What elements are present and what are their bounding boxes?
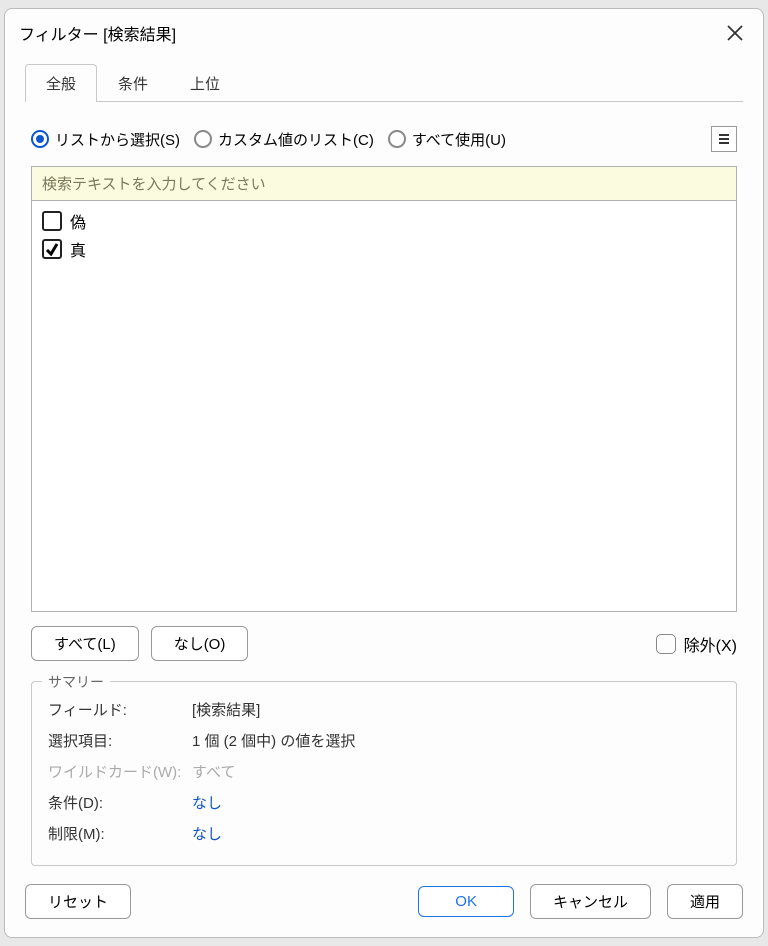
list-item[interactable]: 偽: [38, 207, 730, 235]
dialog-body: 全般 条件 上位 リストから選択(S) カスタム値のリスト(C) すべて使用(U…: [5, 53, 763, 878]
tab-condition[interactable]: 条件: [97, 64, 169, 102]
radio-label: リストから選択(S): [55, 129, 180, 150]
summary-val-wildcard: すべて: [192, 761, 235, 782]
select-all-button[interactable]: すべて(L): [31, 626, 139, 661]
footer: リセット OK キャンセル 適用: [5, 878, 763, 937]
list-item-label: 偽: [70, 209, 86, 233]
radio-label: すべて使用(U): [412, 129, 506, 150]
radio-icon: [31, 130, 49, 148]
list-item[interactable]: 真: [38, 235, 730, 263]
summary-title: サマリー: [42, 672, 110, 692]
checkbox-icon: [656, 634, 676, 654]
mode-row: リストから選択(S) カスタム値のリスト(C) すべて使用(U): [25, 126, 743, 166]
titlebar: フィルター [検索結果]: [5, 9, 763, 53]
summary-val-limit[interactable]: なし: [192, 823, 222, 844]
summary-key-limit: 制限(M):: [48, 823, 192, 844]
summary-row: フィールド: [検索結果]: [48, 694, 720, 725]
summary-key-wildcard: ワイルドカード(W):: [48, 761, 192, 782]
summary-row: 条件(D): なし: [48, 787, 720, 818]
apply-button[interactable]: 適用: [667, 884, 743, 919]
summary-row: 選択項目: 1 個 (2 個中) の値を選択: [48, 725, 720, 756]
ok-button[interactable]: OK: [418, 886, 514, 917]
summary-key-field: フィールド:: [48, 699, 192, 720]
summary-val-condition[interactable]: なし: [192, 792, 222, 813]
filter-dialog: フィルター [検索結果] 全般 条件 上位 リストから選択(S) カスタム値のリ…: [4, 8, 764, 938]
checkbox-icon[interactable]: [42, 239, 62, 259]
radio-label: カスタム値のリスト(C): [218, 129, 374, 150]
summary-key-condition: 条件(D):: [48, 792, 192, 813]
radio-custom-value-list[interactable]: カスタム値のリスト(C): [194, 129, 374, 150]
checkbox-icon[interactable]: [42, 211, 62, 231]
radio-use-all[interactable]: すべて使用(U): [388, 129, 506, 150]
tab-top[interactable]: 上位: [169, 64, 241, 102]
list-item-label: 真: [70, 237, 86, 261]
close-icon: [726, 24, 744, 42]
close-button[interactable]: [721, 19, 749, 47]
exclude-label: 除外(X): [684, 632, 737, 656]
dialog-title: フィルター [検索結果]: [19, 21, 176, 45]
reset-button[interactable]: リセット: [25, 884, 131, 919]
summary-row: 制限(M): なし: [48, 818, 720, 849]
tabs: 全般 条件 上位: [25, 63, 743, 102]
value-list[interactable]: 偽 真: [31, 201, 737, 612]
summary-row: ワイルドカード(W): すべて: [48, 756, 720, 787]
summary-panel: サマリー フィールド: [検索結果] 選択項目: 1 個 (2 個中) の値を選…: [31, 681, 737, 866]
options-menu-button[interactable]: [711, 126, 737, 152]
radio-select-from-list[interactable]: リストから選択(S): [31, 129, 180, 150]
summary-val-field: [検索結果]: [192, 699, 260, 720]
list-actions-row: すべて(L) なし(O) 除外(X): [25, 612, 743, 675]
radio-icon: [194, 130, 212, 148]
cancel-button[interactable]: キャンセル: [530, 884, 651, 919]
exclude-checkbox[interactable]: 除外(X): [656, 632, 737, 656]
summary-key-selection: 選択項目:: [48, 730, 192, 751]
search-input[interactable]: 検索テキストを入力してください: [31, 166, 737, 201]
menu-icon: [717, 132, 731, 146]
tab-general[interactable]: 全般: [25, 64, 97, 102]
radio-icon: [388, 130, 406, 148]
select-none-button[interactable]: なし(O): [151, 626, 249, 661]
summary-val-selection: 1 個 (2 個中) の値を選択: [192, 730, 355, 751]
